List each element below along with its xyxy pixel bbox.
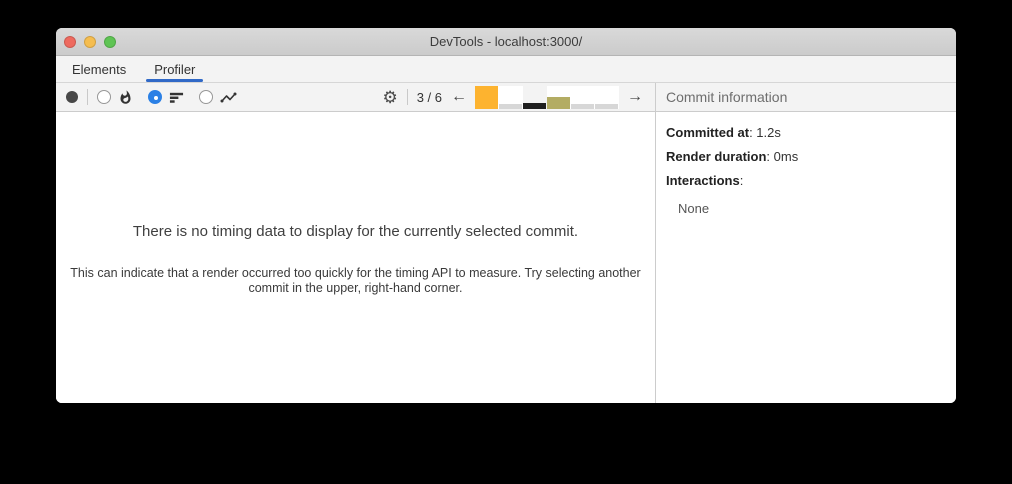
toolbar-divider: [406, 89, 408, 105]
commit-bar[interactable]: [499, 85, 523, 109]
committed-at-row: Committed at: 1.2s: [666, 125, 781, 140]
interactions-chart-icon[interactable]: [220, 90, 237, 105]
window-title: DevTools - localhost:3000/: [429, 34, 583, 49]
tab-elements[interactable]: Elements: [64, 56, 134, 82]
commit-navigator: ⚙ 3 / 6 ← →: [382, 85, 645, 109]
interactions-row: Interactions:: [666, 173, 744, 188]
interactions-label: Interactions: [666, 173, 740, 188]
screenshot-canvas: DevTools - localhost:3000/ Elements Prof…: [0, 0, 1012, 484]
devtools-window: DevTools - localhost:3000/ Elements Prof…: [56, 28, 956, 403]
flame-icon[interactable]: [118, 89, 133, 105]
commit-bar[interactable]: [475, 85, 499, 109]
flamegraph-mode-group: [97, 89, 133, 105]
ranked-mode-group: [148, 90, 184, 105]
tab-profiler-label: Profiler: [154, 61, 196, 77]
toolbar-divider: [87, 89, 88, 105]
message-description: This can indicate that a render occurred…: [70, 266, 641, 295]
committed-at-label: Committed at: [666, 125, 750, 140]
render-duration-value: 0ms: [773, 149, 799, 164]
commit-information-body: Committed at: 1.2s Render duration: 0ms …: [656, 112, 956, 228]
commit-selector-bars: [475, 85, 619, 109]
zoom-button[interactable]: [104, 35, 116, 48]
commit-bar[interactable]: [547, 85, 571, 109]
ranked-chart-icon[interactable]: [169, 90, 184, 105]
render-duration-row: Render duration: 0ms: [666, 149, 799, 164]
traffic-lights: [64, 28, 116, 55]
commit-information-panel: Commit information Committed at: 1.2s Re…: [656, 83, 956, 403]
previous-commit-arrow-icon[interactable]: ←: [449, 89, 469, 105]
tab-bar: Elements Profiler: [56, 56, 956, 83]
profiler-left-panel: ⚙ 3 / 6 ← → There is no timing data to d…: [56, 83, 656, 403]
title-bar[interactable]: DevTools - localhost:3000/: [56, 28, 956, 56]
interactions-radio[interactable]: [199, 90, 213, 104]
record-toggle-button[interactable]: [66, 91, 78, 103]
body-row: ⚙ 3 / 6 ← → There is no timing data to d…: [56, 83, 956, 403]
commit-information-header: Commit information: [656, 83, 956, 112]
flamegraph-radio[interactable]: [97, 90, 111, 104]
message-headline: There is no timing data to display for t…: [132, 223, 579, 240]
tab-profiler[interactable]: Profiler: [146, 56, 204, 82]
settings-gear-icon[interactable]: ⚙: [382, 89, 397, 106]
interactions-mode-group: [199, 90, 237, 105]
render-duration-label: Render duration: [666, 149, 767, 164]
commit-bar[interactable]: [571, 85, 595, 109]
close-button[interactable]: [64, 35, 76, 48]
interactions-empty-value: None: [678, 201, 710, 216]
commit-bar[interactable]: [595, 85, 619, 109]
commit-position-label: 3 / 6: [416, 89, 442, 105]
ranked-radio[interactable]: [148, 90, 162, 104]
commit-bar-selected[interactable]: [523, 86, 547, 109]
profiler-toolbar: ⚙ 3 / 6 ← →: [56, 83, 655, 112]
minimize-button[interactable]: [84, 35, 96, 48]
committed-at-value: 1.2s: [756, 125, 781, 140]
tab-elements-label: Elements: [72, 61, 127, 77]
next-commit-arrow-icon[interactable]: →: [625, 89, 645, 105]
no-timing-data-message: There is no timing data to display for t…: [56, 112, 655, 403]
